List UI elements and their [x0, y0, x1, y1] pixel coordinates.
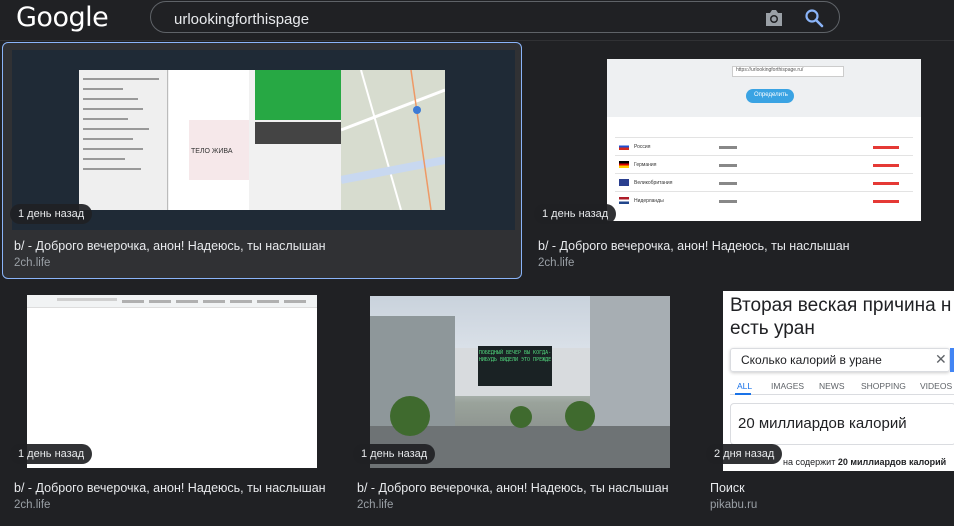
close-icon: ✕ — [935, 351, 947, 367]
date-badge: 2 дня назад — [706, 444, 783, 464]
answer-footer: на содержит 20 миллиардов калорий — [783, 457, 947, 467]
result-title[interactable]: b/ - Доброго вечерочка, анон! Надеюсь, т… — [538, 239, 952, 253]
date-badge: 1 день назад — [10, 204, 93, 224]
dialog-window — [79, 70, 168, 210]
result-title[interactable]: b/ - Доброго вечерочка, анон! Надеюсь, т… — [357, 481, 697, 495]
flag-gb-icon — [619, 179, 629, 186]
photo-strip — [255, 122, 341, 144]
top-bar: Google — [0, 0, 954, 41]
date-badge: 1 день назад — [534, 204, 617, 224]
embedded-search-box: Сколько калорий в уране ✕ — [730, 348, 950, 372]
green-header — [255, 70, 341, 120]
result-source[interactable]: 2ch.life — [538, 257, 574, 269]
image-thumbnail[interactable] — [27, 295, 317, 468]
url-field: https://urlookingforthispage.ru/ — [732, 66, 844, 77]
result-source[interactable]: 2ch.life — [14, 257, 50, 269]
flag-de-icon — [619, 161, 629, 168]
image-thumbnail[interactable]: https://urlookingforthispage.ru/ Определ… — [607, 59, 921, 221]
date-badge: 1 день назад — [10, 444, 93, 464]
flag-ru-icon — [619, 143, 629, 150]
check-button: Определить — [746, 89, 794, 103]
result-title[interactable]: b/ - Доброго вечерочка, анон! Надеюсь, т… — [14, 239, 519, 253]
building-right — [590, 296, 670, 446]
answer-box: 20 миллиардов калорий — [730, 403, 954, 445]
date-badge: 1 день назад — [353, 444, 436, 464]
image-thumbnail[interactable]: ТЕЛО ЖИВА — [79, 70, 445, 210]
google-logo[interactable]: Google — [16, 2, 109, 33]
camera-icon[interactable] — [763, 8, 785, 28]
search-box[interactable] — [150, 1, 840, 33]
result-title[interactable]: b/ - Доброго вечерочка, анон! Надеюсь, т… — [14, 481, 344, 495]
map-area — [340, 70, 445, 210]
led-screen: ПОБЕДНЫЙ ВЕЧЕР ВЫ КОГДА-НИБУДЬ ВИДЕЛИ ЭТ… — [478, 346, 552, 386]
flag-nl-icon — [619, 197, 629, 204]
browser-bookmarks-bar — [27, 295, 317, 308]
result-source[interactable]: 2ch.life — [14, 499, 50, 511]
site-header: https://urlookingforthispage.ru/ Определ… — [607, 59, 921, 117]
image-thumbnail[interactable]: ПОБЕДНЫЙ ВЕЧЕР ВЫ КОГДА-НИБУДЬ ВИДЕЛИ ЭТ… — [370, 296, 670, 468]
result-source[interactable]: 2ch.life — [357, 499, 393, 511]
result-title[interactable]: Поиск — [710, 481, 950, 495]
search-input[interactable] — [172, 8, 736, 30]
shop-photo: ТЕЛО ЖИВА — [189, 120, 249, 180]
result-source[interactable]: pikabu.ru — [710, 499, 757, 511]
search-icon[interactable] — [803, 7, 825, 29]
